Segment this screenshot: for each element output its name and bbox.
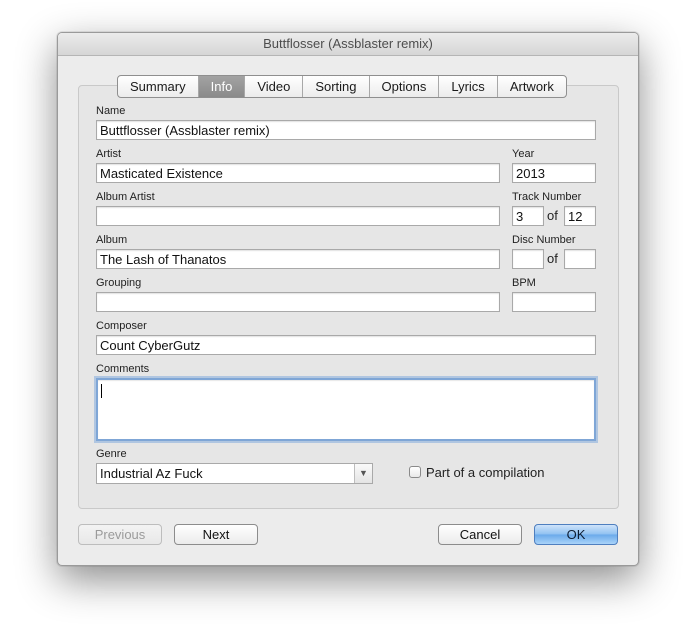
track-number-field[interactable]: 3 <box>512 206 544 226</box>
track-number-label: Track Number <box>512 191 582 203</box>
text-cursor <box>101 384 102 398</box>
album-artist-field[interactable] <box>96 206 500 226</box>
composer-field[interactable]: Count CyberGutz <box>96 335 596 355</box>
comments-textarea[interactable] <box>96 378 596 441</box>
grouping-field[interactable] <box>96 292 500 312</box>
year-field[interactable]: 2013 <box>512 163 596 183</box>
dropdown-arrow-icon[interactable]: ▼ <box>354 464 372 483</box>
track-total-field[interactable]: 12 <box>564 206 596 226</box>
tab-video[interactable]: Video <box>245 76 304 97</box>
disc-total-field[interactable] <box>564 249 596 269</box>
tab-bar: Summary Info Video Sorting Options Lyric… <box>117 75 567 98</box>
disc-number-field[interactable] <box>512 249 544 269</box>
composer-label: Composer <box>96 320 147 332</box>
tab-info[interactable]: Info <box>198 76 246 97</box>
bpm-label: BPM <box>512 277 536 289</box>
info-dialog: Buttflosser (Assblaster remix) Summary I… <box>57 32 639 566</box>
comments-label: Comments <box>96 363 150 375</box>
artist-label: Artist <box>96 148 122 160</box>
year-label: Year <box>512 148 535 160</box>
compilation-checkbox[interactable] <box>409 466 421 478</box>
previous-button[interactable]: Previous <box>78 524 162 545</box>
album-artist-label: Album Artist <box>96 191 155 203</box>
genre-select[interactable]: Industrial Az Fuck ▼ <box>96 463 373 484</box>
ok-button[interactable]: OK <box>534 524 618 545</box>
compilation-label[interactable]: Part of a compilation <box>426 465 545 480</box>
album-label: Album <box>96 234 128 246</box>
track-of-label: of <box>547 208 558 223</box>
name-field[interactable]: Buttflosser (Assblaster remix) <box>96 120 596 140</box>
artist-field[interactable]: Masticated Existence <box>96 163 500 183</box>
genre-label: Genre <box>96 448 127 460</box>
grouping-label: Grouping <box>96 277 142 289</box>
window-title: Buttflosser (Assblaster remix) <box>58 33 638 56</box>
name-label: Name <box>96 105 126 117</box>
disc-number-label: Disc Number <box>512 234 576 246</box>
tab-lyrics[interactable]: Lyrics <box>439 76 498 97</box>
next-button[interactable]: Next <box>174 524 258 545</box>
tab-options[interactable]: Options <box>370 76 440 97</box>
bpm-field[interactable] <box>512 292 596 312</box>
tab-artwork[interactable]: Artwork <box>498 76 566 97</box>
cancel-button[interactable]: Cancel <box>438 524 522 545</box>
disc-of-label: of <box>547 251 558 266</box>
album-field[interactable]: The Lash of Thanatos <box>96 249 500 269</box>
tab-summary[interactable]: Summary <box>118 76 199 97</box>
genre-value: Industrial Az Fuck <box>100 466 203 481</box>
tab-sorting[interactable]: Sorting <box>303 76 370 97</box>
